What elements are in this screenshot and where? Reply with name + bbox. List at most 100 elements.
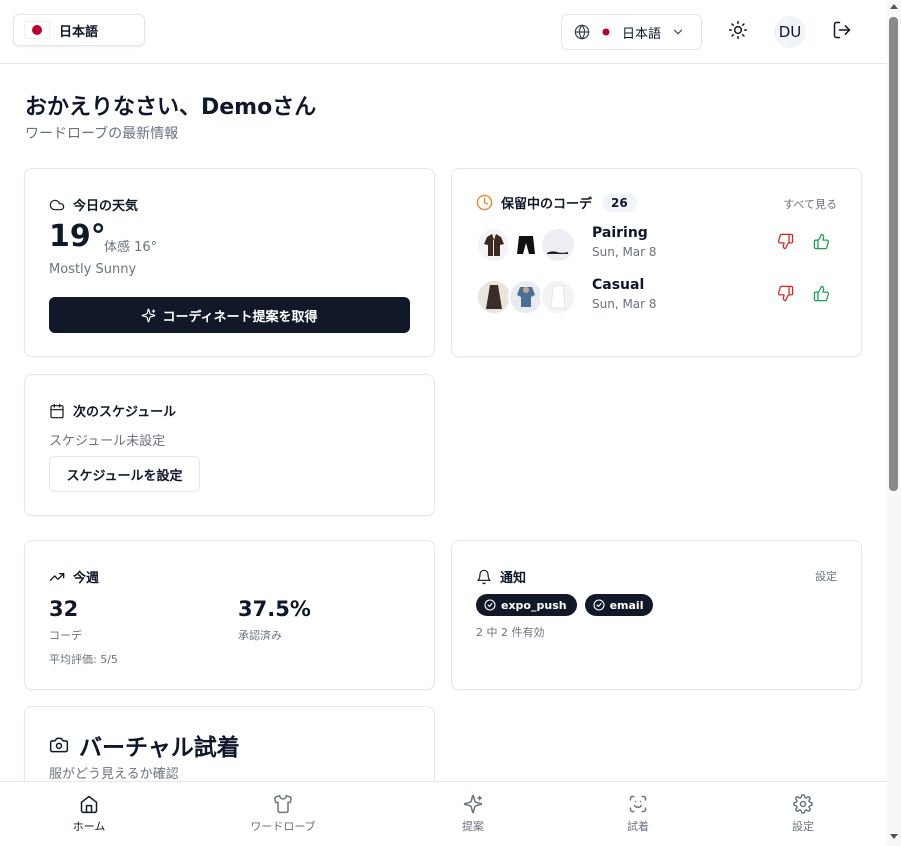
notifications-title: 通知 xyxy=(500,571,527,586)
japan-flag-icon xyxy=(598,26,614,38)
scroll-down-arrow-icon[interactable] xyxy=(890,834,898,839)
get-outfit-suggestion-label: コーディネート提案を取得 xyxy=(162,309,318,325)
notifications-header: 通知 xyxy=(476,567,526,586)
trending-up-icon xyxy=(49,572,65,581)
sparkles-icon xyxy=(142,308,156,322)
outfit-date: Sun, Mar 8 xyxy=(592,297,657,311)
nav-item-settings[interactable]: 設定 xyxy=(753,794,853,834)
language-select[interactable]: 日本語 xyxy=(561,14,702,50)
thumbs-up-icon xyxy=(813,285,830,302)
channel-badges: expo_push email xyxy=(476,594,661,616)
temperature-value: 19° xyxy=(49,219,106,254)
check-circle-icon xyxy=(484,599,496,611)
camera-icon xyxy=(49,737,69,753)
thumbs-down-icon xyxy=(777,233,794,250)
channel-badge-expo-push: expo_push xyxy=(476,594,577,616)
like-button[interactable] xyxy=(813,233,830,254)
outfits-count-value: 32 xyxy=(49,597,79,621)
feels-like-text: 体感 16° xyxy=(104,240,158,255)
virtual-tryon-title: バーチャル試着 xyxy=(79,735,240,761)
scrollbar-thumb[interactable] xyxy=(889,17,898,491)
japan-flag-icon xyxy=(24,21,50,39)
outfit-name: Pairing xyxy=(592,225,648,241)
pending-count-badge: 26 xyxy=(602,193,637,212)
language-chip[interactable]: 日本語 xyxy=(13,14,145,46)
logout-icon xyxy=(832,20,852,44)
nav-item-label: ホーム xyxy=(72,820,106,833)
weather-condition: Mostly Sunny xyxy=(49,262,137,277)
like-button[interactable] xyxy=(813,285,830,306)
dislike-button[interactable] xyxy=(777,233,794,254)
pending-outfits-title: 保留中のコーデ xyxy=(501,197,593,212)
shirt-icon xyxy=(274,794,292,814)
thumbs-down-icon xyxy=(777,285,794,302)
weather-card-header: 今日の天気 xyxy=(49,195,138,214)
thumbs-up-icon xyxy=(813,233,830,250)
schedule-empty-text: スケジュール未設定 xyxy=(49,434,166,449)
bell-icon xyxy=(477,569,491,584)
sun-icon xyxy=(728,20,748,44)
page-subtitle: ワードローブの最新情報 xyxy=(25,126,179,142)
top-header: 日本語 日本語 DU xyxy=(0,0,887,64)
home-icon xyxy=(80,795,98,814)
outfit-thumbnails xyxy=(476,225,576,263)
virtual-tryon-subtitle: 服がどう見えるか確認 xyxy=(49,767,179,782)
shirt-thumbnail xyxy=(476,227,512,263)
denim-thumbnail xyxy=(508,279,544,315)
weather-card: 今日の天気 19° 体感 16° Mostly Sunny コーディネート提案を… xyxy=(24,168,435,357)
globe-icon xyxy=(574,24,590,40)
nav-item-wardrobe[interactable]: ワードローブ xyxy=(233,794,333,834)
approved-rate-value: 37.5% xyxy=(238,597,311,621)
language-chip-label: 日本語 xyxy=(59,24,99,40)
outfits-count-label: コーデ xyxy=(49,629,82,642)
outfit-name: Casual xyxy=(592,277,645,293)
set-schedule-button[interactable]: スケジュールを設定 xyxy=(49,456,200,492)
weekly-stats-title: 今週 xyxy=(73,571,100,586)
see-all-link[interactable]: すべて見る xyxy=(783,196,837,212)
nav-item-home[interactable]: ホーム xyxy=(39,794,139,834)
scroll-up-arrow-icon[interactable] xyxy=(890,4,898,9)
outfit-row-casual[interactable]: Casual Sun, Mar 8 xyxy=(476,277,836,315)
channel-name: email xyxy=(609,598,644,612)
dislike-button[interactable] xyxy=(777,285,794,306)
nav-item-tryon[interactable]: 試着 xyxy=(588,794,688,834)
shorts-thumbnail xyxy=(508,227,544,263)
nav-item-suggestions[interactable]: 提案 xyxy=(423,794,523,834)
pending-outfits-card: 保留中のコーデ 26 すべて見る Pairing Sun, Mar 8 Casu… xyxy=(451,168,862,357)
face-scan-icon xyxy=(629,795,647,813)
page-title: おかえりなさい、Demoさん xyxy=(25,95,317,120)
virtual-tryon-header: バーチャル試着 xyxy=(49,728,240,762)
outfit-thumbnails xyxy=(476,277,576,315)
weather-title: 今日の天気 xyxy=(73,199,139,214)
pending-outfits-header: 保留中のコーデ 26 xyxy=(476,193,637,212)
clock-icon xyxy=(476,194,493,211)
outfit-row-pairing[interactable]: Pairing Sun, Mar 8 xyxy=(476,225,836,263)
logout-button[interactable] xyxy=(830,20,854,44)
weekly-stats-card: 今週 32 コーデ 37.5% 承認済み 平均評価: 5/5 xyxy=(24,540,435,690)
get-outfit-suggestion-button[interactable]: コーディネート提案を取得 xyxy=(49,297,410,333)
outfit-date: Sun, Mar 8 xyxy=(592,245,657,259)
theme-toggle-button[interactable] xyxy=(724,18,752,46)
nav-item-label: 提案 xyxy=(462,820,484,833)
nav-item-label: ワードローブ xyxy=(250,820,316,833)
enabled-channels-summary: 2 中 2 件有効 xyxy=(476,626,545,639)
user-avatar[interactable]: DU xyxy=(774,16,806,48)
calendar-icon xyxy=(50,403,64,418)
schedule-card: 次のスケジュール スケジュール未設定 スケジュールを設定 xyxy=(24,374,435,516)
dress-thumbnail xyxy=(476,279,512,315)
cloud-icon xyxy=(49,199,65,210)
weekly-stats-header: 今週 xyxy=(49,567,99,586)
schedule-title: 次のスケジュール xyxy=(73,405,177,420)
notification-settings-link[interactable]: 設定 xyxy=(815,568,837,584)
schedule-card-header: 次のスケジュール xyxy=(49,401,176,420)
notifications-card: 通知 設定 expo_push email 2 中 2 件有効 xyxy=(451,540,862,690)
page-scrollbar[interactable] xyxy=(887,0,901,846)
chevron-down-icon xyxy=(671,25,685,39)
nav-item-label: 試着 xyxy=(627,820,649,833)
gear-icon xyxy=(793,794,813,814)
sparkles-icon xyxy=(463,794,483,814)
check-circle-icon xyxy=(593,599,605,611)
bottom-navigation: ホーム ワードローブ 提案 試着 設定 xyxy=(0,781,887,846)
channel-name: expo_push xyxy=(501,598,567,612)
average-rating-text: 平均評価: 5/5 xyxy=(49,653,118,666)
